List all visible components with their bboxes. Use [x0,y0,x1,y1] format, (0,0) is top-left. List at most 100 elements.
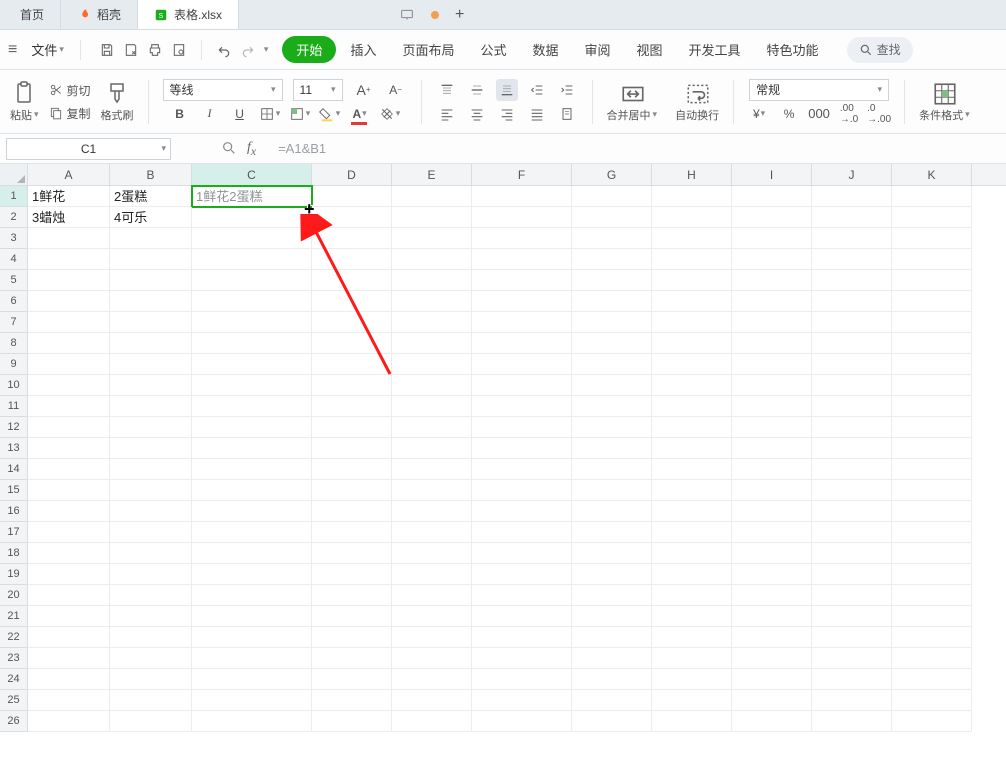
cell-J6[interactable] [812,291,892,312]
cell-D18[interactable] [312,543,392,564]
present-icon[interactable] [399,7,415,23]
select-all-corner[interactable] [0,164,28,185]
cell-B20[interactable] [110,585,192,606]
tab-devtools[interactable]: 开发工具 [677,34,753,65]
cell-A26[interactable] [28,711,110,732]
cell-J12[interactable] [812,417,892,438]
row-header-8[interactable]: 8 [0,333,28,354]
cell-C7[interactable] [192,312,312,333]
cell-B16[interactable] [110,501,192,522]
cell-G19[interactable] [572,564,652,585]
cell-D24[interactable] [312,669,392,690]
cell-F25[interactable] [472,690,572,711]
font-color-icon[interactable]: A▾ [349,103,371,125]
cell-D15[interactable] [312,480,392,501]
cell-B21[interactable] [110,606,192,627]
cell-I24[interactable] [732,669,812,690]
cell-H14[interactable] [652,459,732,480]
cell-C22[interactable] [192,627,312,648]
row-header-13[interactable]: 13 [0,438,28,459]
tab-view[interactable]: 视图 [625,34,675,65]
cell-A21[interactable] [28,606,110,627]
cell-B6[interactable] [110,291,192,312]
increase-font-icon[interactable]: A+ [353,79,375,101]
cell-E23[interactable] [392,648,472,669]
cell-K17[interactable] [892,522,972,543]
cell-H3[interactable] [652,228,732,249]
cell-E21[interactable] [392,606,472,627]
cell-J18[interactable] [812,543,892,564]
cell-J22[interactable] [812,627,892,648]
file-menu[interactable]: 文件 ▾ [25,36,70,63]
cell-B19[interactable] [110,564,192,585]
cell-B2[interactable]: 4可乐 [110,207,192,228]
comma-icon[interactable]: 000 [808,103,830,125]
cell-C10[interactable] [192,375,312,396]
cell-I21[interactable] [732,606,812,627]
cell-H15[interactable] [652,480,732,501]
cell-E17[interactable] [392,522,472,543]
cell-E6[interactable] [392,291,472,312]
cell-F24[interactable] [472,669,572,690]
tab-dao[interactable]: 稻壳 [61,0,138,29]
cell-E22[interactable] [392,627,472,648]
cell-F22[interactable] [472,627,572,648]
col-header-D[interactable]: D [312,164,392,185]
cell-C19[interactable] [192,564,312,585]
row-header-20[interactable]: 20 [0,585,28,606]
cell-F23[interactable] [472,648,572,669]
col-header-B[interactable]: B [110,164,192,185]
row-header-3[interactable]: 3 [0,228,28,249]
decrease-indent-icon[interactable] [526,79,548,101]
cell-D9[interactable] [312,354,392,375]
cell-J20[interactable] [812,585,892,606]
cell-A8[interactable] [28,333,110,354]
formula-input[interactable]: =A1&B1 [268,141,326,156]
cell-E12[interactable] [392,417,472,438]
cell-E26[interactable] [392,711,472,732]
cell-I10[interactable] [732,375,812,396]
cell-B4[interactable] [110,249,192,270]
wrap-text-button[interactable]: 自动换行 [675,81,719,123]
cell-F18[interactable] [472,543,572,564]
tab-special[interactable]: 特色功能 [755,34,831,65]
spreadsheet-grid[interactable]: ABCDEFGHIJK 11鲜花2蛋糕1鲜花2蛋糕23蜡烛4可乐34567891… [0,164,1006,732]
cell-A12[interactable] [28,417,110,438]
cell-E18[interactable] [392,543,472,564]
cell-A22[interactable] [28,627,110,648]
italic-icon[interactable]: I [199,103,221,125]
cell-E24[interactable] [392,669,472,690]
cell-F3[interactable] [472,228,572,249]
cell-H24[interactable] [652,669,732,690]
cell-I23[interactable] [732,648,812,669]
cell-K22[interactable] [892,627,972,648]
cell-F14[interactable] [472,459,572,480]
cell-G12[interactable] [572,417,652,438]
cell-K7[interactable] [892,312,972,333]
cell-I1[interactable] [732,186,812,207]
row-header-7[interactable]: 7 [0,312,28,333]
cell-D2[interactable] [312,207,392,228]
col-header-A[interactable]: A [28,164,110,185]
cell-A7[interactable] [28,312,110,333]
cell-C3[interactable] [192,228,312,249]
cell-H11[interactable] [652,396,732,417]
cell-F15[interactable] [472,480,572,501]
cell-J15[interactable] [812,480,892,501]
cell-I8[interactable] [732,333,812,354]
cell-E3[interactable] [392,228,472,249]
cell-K2[interactable] [892,207,972,228]
cell-J11[interactable] [812,396,892,417]
cell-D14[interactable] [312,459,392,480]
cell-H5[interactable] [652,270,732,291]
row-header-18[interactable]: 18 [0,543,28,564]
cell-D20[interactable] [312,585,392,606]
cell-J13[interactable] [812,438,892,459]
decrease-font-icon[interactable]: A− [385,79,407,101]
cell-A5[interactable] [28,270,110,291]
cell-G4[interactable] [572,249,652,270]
cell-B22[interactable] [110,627,192,648]
cell-K1[interactable] [892,186,972,207]
cell-G3[interactable] [572,228,652,249]
new-tab-button[interactable]: + [455,6,464,24]
